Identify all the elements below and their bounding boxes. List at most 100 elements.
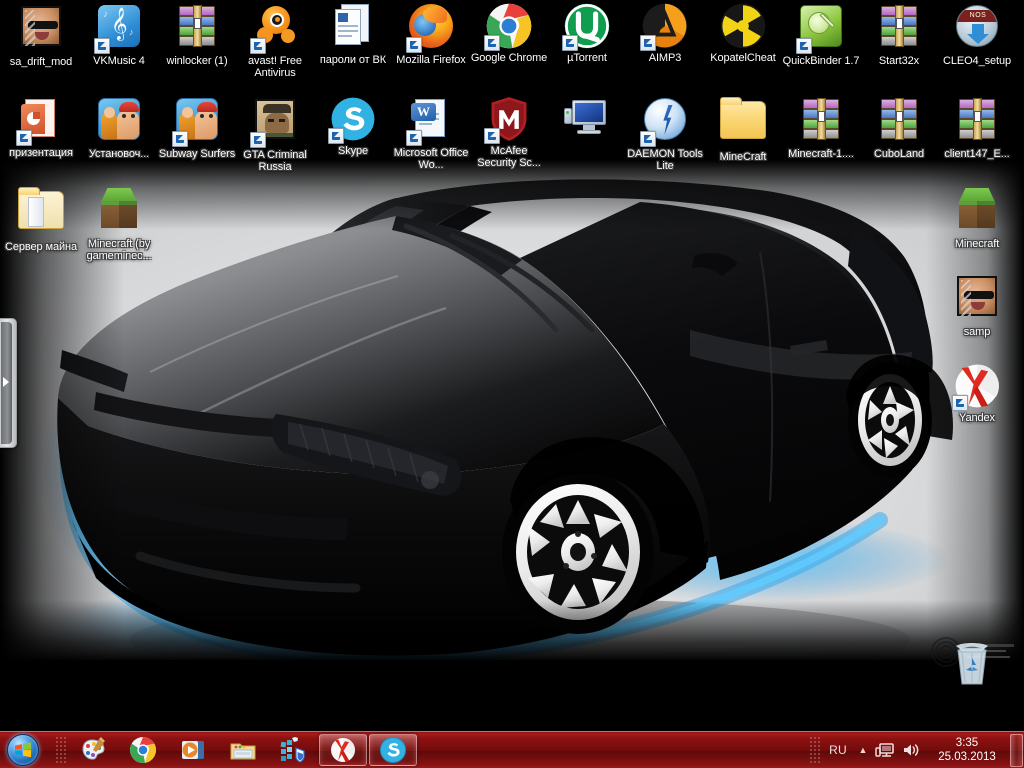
desktop-icon-label: Subway Surfers [158, 148, 236, 160]
winrar-archive-icon [173, 5, 221, 53]
computer-monitor-icon [563, 99, 611, 147]
desktop-icon[interactable]: QuickBinder 1.7 [782, 2, 860, 67]
shortcut-arrow-icon [406, 37, 422, 53]
desktop-icon[interactable]: WMicrosoft Office Wo... [392, 95, 470, 171]
subway-surfers-icon [173, 98, 221, 146]
folder-icon [719, 101, 767, 149]
taskbar-button-google-chrome[interactable] [119, 734, 167, 766]
media-player-icon [179, 736, 207, 764]
desktop-icon[interactable]: NOSCLEO4_setup [938, 2, 1016, 67]
desktop-icon[interactable]: Start32x [860, 2, 938, 67]
cleo-installer-icon: NOS [953, 5, 1001, 53]
desktop-icon[interactable]: Сервер майна [2, 185, 80, 253]
desktop-icon[interactable]: winlocker (1) [158, 2, 236, 67]
shortcut-arrow-icon [952, 395, 968, 411]
desktop-icon-label: пароли от ВК [314, 54, 392, 66]
taskbar[interactable]: RU ▲ 3:35 25.03.2013 [0, 731, 1024, 768]
desktop-icon[interactable]: client147_E... [938, 95, 1016, 160]
desktop-icon[interactable]: Yandex [938, 362, 1016, 424]
system-tray[interactable]: RU ▲ 3:35 25.03.2013 [809, 732, 1024, 768]
desktop-icon[interactable]: призентация [2, 95, 80, 159]
winrar-archive-icon [875, 98, 923, 146]
winrar-archive-icon [797, 98, 845, 146]
yandex-browser-icon [953, 362, 1001, 410]
shortcut-arrow-icon [484, 128, 500, 144]
desktop-icon[interactable]: Subway Surfers [158, 95, 236, 160]
word-icon: W [407, 97, 455, 145]
desktop-icon[interactable]: Google Chrome [470, 2, 548, 64]
desktop-icon[interactable]: McAfee Security Sc... [470, 95, 548, 169]
chrome-icon [485, 2, 533, 50]
language-indicator[interactable]: RU [822, 743, 854, 757]
utorrent-icon [563, 2, 611, 50]
folder-explorer-icon [229, 736, 257, 764]
shortcut-arrow-icon [562, 35, 578, 51]
taskbar-button-file-explorer[interactable] [219, 734, 267, 766]
winrar-archive-icon [875, 5, 923, 53]
desktop-icon[interactable]: samp [938, 272, 1016, 338]
desktop-icon[interactable]: Minecraft-1.... [782, 95, 860, 160]
security-shield-icon [279, 736, 307, 764]
desktop-icon-label: sa_drift_mod [2, 56, 80, 68]
desktop-icon[interactable]: CuboLand [860, 95, 938, 160]
clock[interactable]: 3:35 25.03.2013 [924, 736, 1010, 764]
desktop-icon[interactable] [548, 95, 626, 149]
aimp-icon [641, 2, 689, 50]
desktop-icon[interactable]: avast! Free Antivirus [236, 2, 314, 79]
word-document-icon [329, 4, 377, 52]
desktop-icon[interactable]: sa_drift_mod [2, 2, 80, 68]
desktop-icon-label: McAfee Security Sc... [470, 145, 548, 169]
taskbar-button-paint[interactable] [69, 734, 117, 766]
shortcut-arrow-icon [250, 38, 266, 54]
desktop-icon-label: Google Chrome [470, 52, 548, 64]
desktop-icon[interactable]: Minecraft (by gameminec... [80, 185, 158, 262]
taskbar-button-media-player[interactable] [169, 734, 217, 766]
tray-separator [809, 736, 822, 764]
desktop-icon-label: winlocker (1) [158, 55, 236, 67]
show-desktop-button[interactable] [1010, 734, 1023, 767]
desktop-icon[interactable]: GTA Criminal Russia [236, 95, 314, 173]
desktop-icon-label: Mozilla Firefox [392, 54, 470, 66]
desktop-icon[interactable]: Установоч... [80, 95, 158, 160]
desktop-icon-grid[interactable]: sa_drift_mod𝄞♪♪VKMusic 4winlocker (1)ava… [0, 0, 1024, 731]
desktop-icon-label: client147_E... [938, 148, 1016, 160]
desktop-icon[interactable]: Mozilla Firefox [392, 2, 470, 66]
clock-date: 25.03.2013 [926, 750, 1008, 764]
start-button[interactable] [1, 732, 55, 768]
subway-surfers-icon [95, 98, 143, 146]
taskbar-button-skype[interactable] [369, 734, 417, 766]
desktop-icon[interactable]: MineCraft [704, 95, 782, 163]
chrome-icon [129, 736, 157, 764]
desktop-icon-label: CuboLand [860, 148, 938, 160]
desktop-icon-label: Установоч... [80, 148, 158, 160]
shortcut-arrow-icon [94, 38, 110, 54]
desktop-icon-label: DAEMON Tools Lite [626, 148, 704, 172]
desktop-icon[interactable]: KopatelCheat [704, 2, 782, 64]
avast-icon [251, 5, 299, 53]
desktop-icon[interactable]: Skype [314, 95, 392, 157]
quickbinder-icon [797, 5, 845, 53]
taskbar-button-yandex-browser[interactable] [319, 734, 367, 766]
desktop-icon[interactable]: AIMP3 [626, 2, 704, 64]
shortcut-arrow-icon [484, 35, 500, 51]
desktop-icon-label: Yandex [938, 412, 1016, 424]
shortcut-arrow-icon [406, 130, 422, 146]
desktop-icon[interactable]: пароли от ВК [314, 2, 392, 66]
radiation-icon [719, 2, 767, 50]
winrar-archive-icon [953, 98, 1001, 146]
minecraft-grass-icon [95, 188, 143, 236]
desktop-icon[interactable]: µTorrent [548, 2, 626, 64]
desktop-icon[interactable]: 𝄞♪♪VKMusic 4 [80, 2, 158, 67]
volume-icon[interactable] [900, 739, 922, 761]
desktop-icon[interactable]: DAEMON Tools Lite [626, 95, 704, 172]
desktop[interactable]: sa_drift_mod𝄞♪♪VKMusic 4winlocker (1)ava… [0, 0, 1024, 731]
desktop-icon-label: Minecraft [938, 238, 1016, 250]
windows-flag-icon [14, 741, 32, 759]
network-icon[interactable] [874, 739, 896, 761]
shortcut-arrow-icon [796, 38, 812, 54]
desktop-icon-label: MineCraft [704, 151, 782, 163]
show-hidden-icons-chevron[interactable]: ▲ [854, 745, 872, 755]
shortcut-arrow-icon [250, 132, 266, 148]
desktop-icon[interactable]: Minecraft [938, 185, 1016, 250]
taskbar-button-security[interactable] [269, 734, 317, 766]
